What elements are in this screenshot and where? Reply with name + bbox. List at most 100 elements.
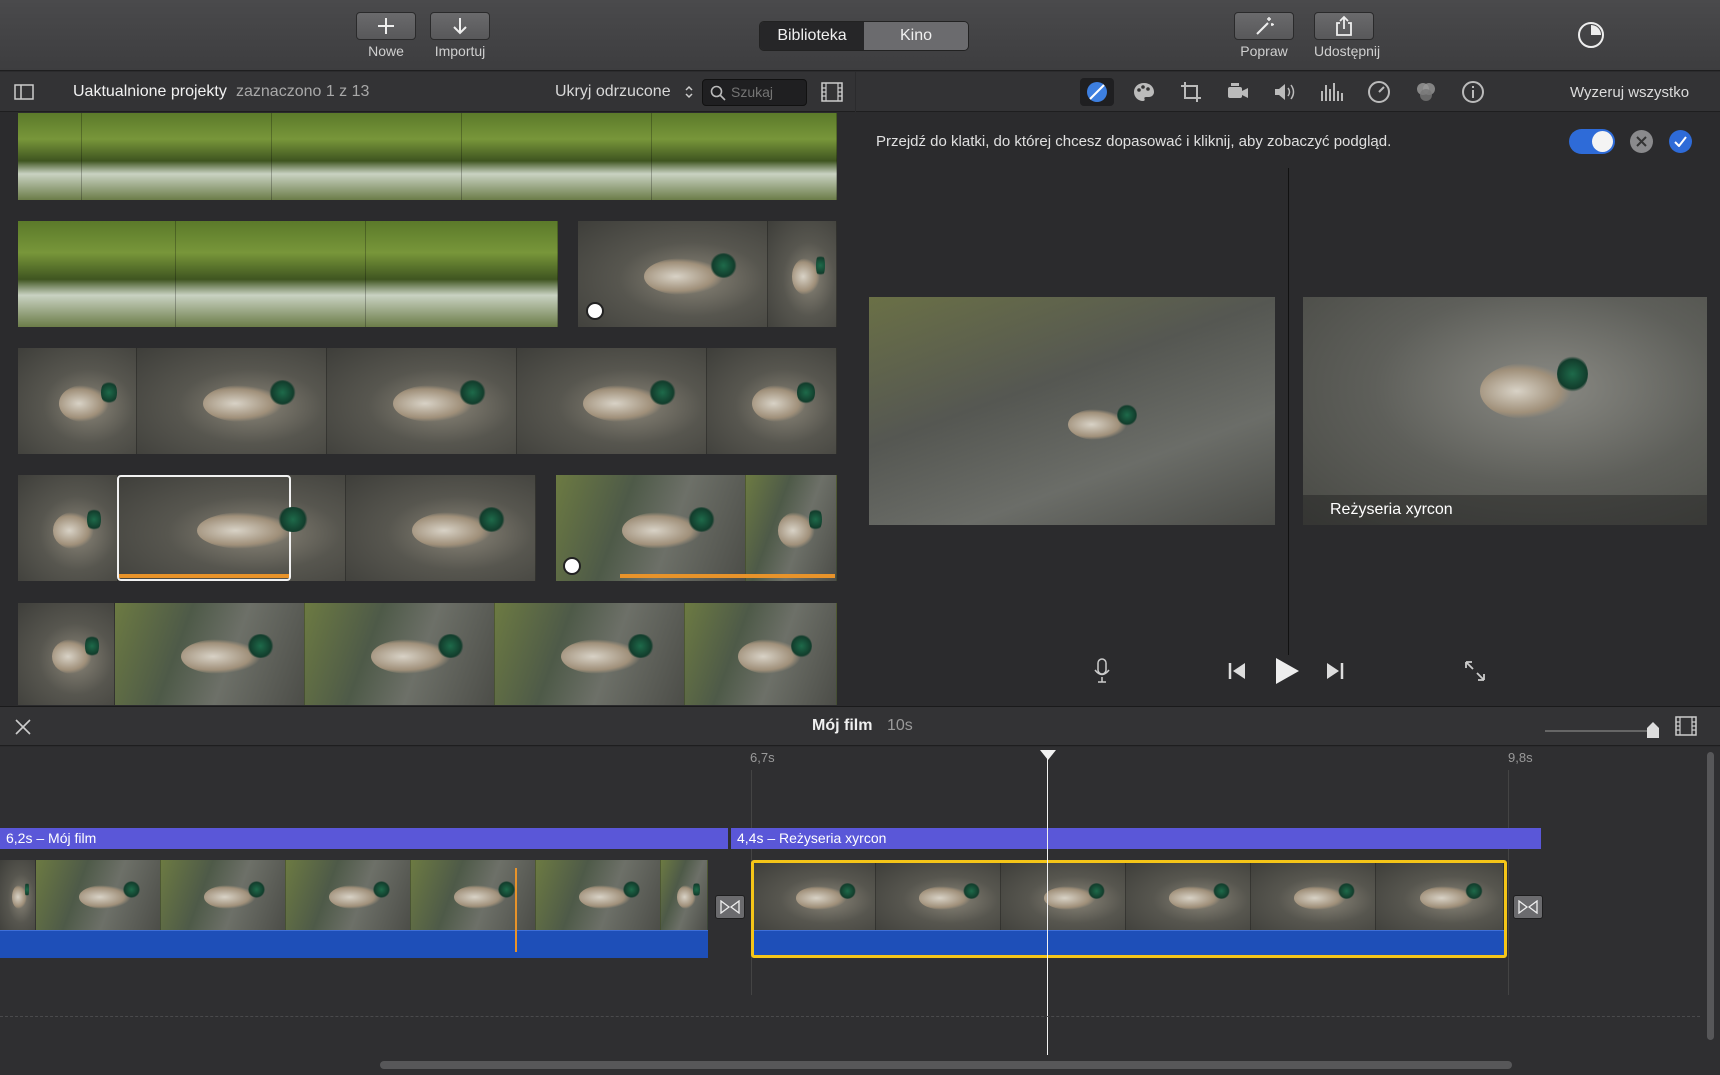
magic-wand-icon (1256, 17, 1274, 35)
timeline-header: Mój film 10s (0, 706, 1720, 746)
play-icon (1276, 658, 1299, 684)
cancel-button[interactable] (1630, 130, 1653, 153)
background-tasks-icon[interactable] (1577, 21, 1605, 49)
info-button[interactable] (1456, 78, 1490, 106)
clip-thumbnail[interactable] (18, 221, 558, 327)
share-button[interactable]: Udostępnij (1314, 12, 1381, 59)
selected-clip-outline[interactable] (751, 860, 1507, 958)
clip-selection[interactable] (117, 475, 291, 581)
previous-button[interactable] (1222, 656, 1252, 686)
playhead[interactable] (1047, 750, 1048, 1055)
transition-icon (1518, 900, 1538, 914)
arrow-down-icon (453, 18, 467, 35)
close-icon (1636, 136, 1647, 147)
source-frame-preview[interactable] (869, 297, 1275, 525)
library-title: Uaktualnione projekty (73, 82, 227, 100)
voiceover-button[interactable] (1087, 656, 1117, 686)
reset-all-button[interactable]: Wyzeruj wszystko (1570, 84, 1689, 101)
filter-circles-icon (1417, 83, 1435, 101)
apply-button[interactable] (1669, 130, 1692, 153)
info-icon (1462, 81, 1484, 103)
close-icon[interactable] (15, 719, 31, 735)
checkmark-icon (1674, 136, 1687, 147)
timeline-clip[interactable] (0, 860, 708, 930)
project-name: Mój film (812, 717, 873, 734)
audio-waveform[interactable] (0, 930, 708, 958)
selection-count: zaznaczono 1 z 13 (236, 82, 370, 100)
expand-icon (1465, 661, 1485, 681)
timeline-guide (1508, 770, 1509, 995)
filter-button[interactable] (1409, 78, 1443, 106)
crop-icon (1181, 82, 1201, 102)
current-frame-preview[interactable]: Reżyseria xyrcon (1303, 297, 1707, 525)
time-tick: 6,7s (750, 750, 775, 765)
next-button[interactable] (1320, 656, 1350, 686)
vertical-scrollbar[interactable] (1707, 752, 1714, 1040)
import-label: Importuj (434, 43, 486, 59)
skip-forward-icon (1327, 663, 1344, 679)
plus-icon (378, 18, 394, 34)
search-field[interactable] (702, 79, 807, 106)
filmstrip-icon[interactable] (1675, 716, 1697, 736)
used-range-bar (620, 574, 835, 578)
skip-back-icon (1228, 663, 1245, 679)
transition-icon (720, 900, 740, 914)
equalizer-icon (1321, 83, 1343, 101)
search-input[interactable] (731, 84, 803, 100)
marker (515, 868, 517, 952)
transition-button[interactable] (715, 895, 745, 919)
speaker-icon (1275, 84, 1295, 100)
speed-button[interactable] (1362, 78, 1396, 106)
audio-drop-zone (0, 1016, 1700, 1017)
fullscreen-button[interactable] (1460, 656, 1490, 686)
chevron-updown-icon[interactable] (684, 84, 694, 100)
playhead-handle[interactable] (1040, 750, 1056, 760)
zoom-slider-thumb[interactable] (1646, 721, 1660, 739)
filter-dropdown[interactable]: Ukryj odrzucone (555, 83, 671, 101)
equalizer-button[interactable] (1315, 78, 1349, 106)
share-label: Udostępnij (1314, 43, 1381, 59)
viewer-divider (1288, 168, 1289, 655)
title-overlay-text: Reżyseria xyrcon (1330, 501, 1453, 518)
clip-thumbnail[interactable] (578, 221, 837, 327)
microphone-icon (1094, 658, 1110, 683)
zoom-slider[interactable] (1545, 730, 1655, 732)
clip-title-bar[interactable]: 6,2s – Mój film (0, 828, 728, 849)
time-tick: 9,8s (1508, 750, 1533, 765)
color-balance-icon (1087, 82, 1107, 102)
tab-theater[interactable]: Kino (864, 22, 968, 50)
play-button[interactable] (1272, 656, 1302, 686)
stabilization-button[interactable] (1221, 78, 1255, 106)
color-balance-button[interactable] (1080, 78, 1114, 106)
enhance-label: Popraw (1240, 43, 1288, 59)
used-range-bar (119, 574, 289, 578)
new-button[interactable]: Nowe (356, 12, 416, 59)
sidebar-toggle-icon[interactable] (14, 84, 34, 100)
match-color-toggle[interactable] (1569, 129, 1615, 154)
clip-badge-icon (563, 557, 581, 575)
video-camera-icon (1228, 83, 1248, 98)
clip-thumbnail[interactable] (18, 348, 837, 454)
horizontal-scrollbar[interactable] (380, 1061, 1512, 1069)
transition-button[interactable] (1513, 895, 1543, 919)
speedometer-icon (1368, 81, 1390, 103)
import-button[interactable]: Importuj (430, 12, 490, 59)
clip-title-bar[interactable]: 4,4s – Reżyseria xyrcon (731, 828, 1541, 849)
match-color-message: Przejdź do klatki, do której chcesz dopa… (876, 133, 1392, 150)
tab-library[interactable]: Biblioteka (760, 22, 864, 50)
palette-icon (1134, 83, 1154, 101)
crop-button[interactable] (1174, 78, 1208, 106)
volume-button[interactable] (1268, 78, 1302, 106)
filmstrip-icon[interactable] (821, 82, 843, 102)
search-icon (710, 85, 726, 101)
new-label: Nowe (368, 43, 404, 59)
project-duration: 10s (887, 717, 913, 734)
share-icon (1336, 15, 1352, 36)
clip-thumbnail[interactable] (18, 603, 837, 705)
clip-thumbnail[interactable] (18, 113, 837, 200)
event-browser (0, 113, 855, 705)
enhance-button[interactable]: Popraw (1234, 12, 1294, 59)
clip-thumbnail[interactable] (556, 475, 837, 581)
color-correction-button[interactable] (1127, 78, 1161, 106)
library-header: Uaktualnione projekty zaznaczono 1 z 13 … (0, 72, 855, 112)
